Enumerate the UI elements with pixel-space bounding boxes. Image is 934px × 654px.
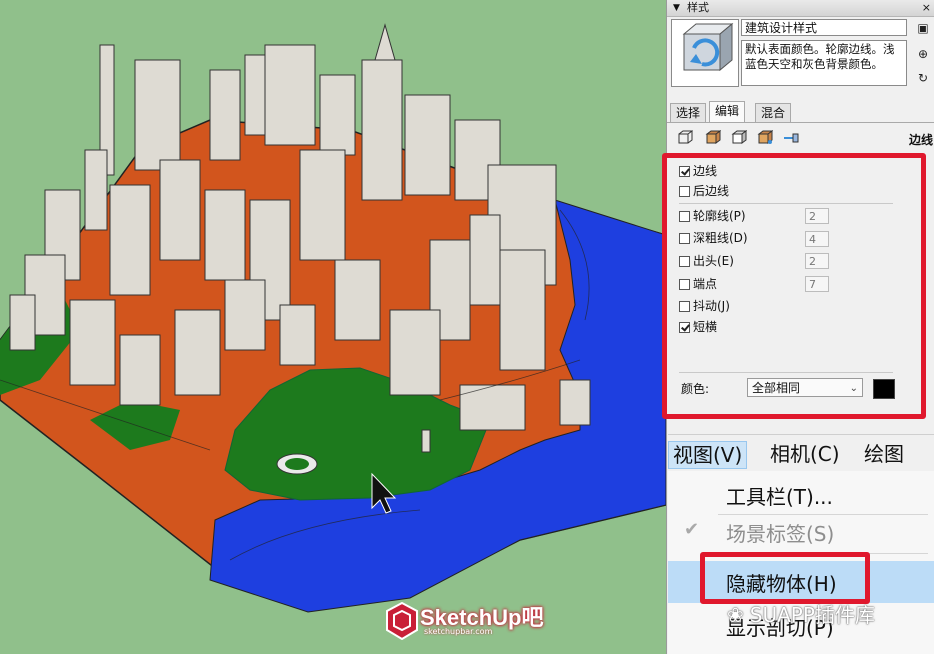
styles-panel-titlebar[interactable]: ▼ 样式 × <box>667 0 934 17</box>
building <box>299 149 346 261</box>
modeling-settings-icon[interactable] <box>783 130 799 146</box>
wechat-watermark-text: SUAPP插件库 <box>749 603 875 627</box>
save-style-icon[interactable]: ▣ <box>915 20 931 36</box>
watermark-settings-icon[interactable] <box>757 130 773 146</box>
sketchupbar-logo: SketchUp吧 sketchupbar.com <box>386 600 550 642</box>
tab-select[interactable]: 选择 <box>670 103 707 122</box>
style-thumbnail[interactable] <box>671 19 739 87</box>
building <box>459 384 526 431</box>
section-label: 边线 <box>908 133 933 147</box>
edge-settings-icon[interactable] <box>677 130 693 146</box>
highlight-box-hidden-geometry <box>700 552 870 604</box>
panel-title: 样式 <box>687 1 709 14</box>
building <box>224 279 266 351</box>
tab-edit[interactable]: 编辑 <box>709 101 746 122</box>
building <box>9 294 36 351</box>
style-tabs: 选择 编辑 混合 <box>667 100 934 123</box>
building <box>174 309 221 396</box>
edit-category-icons: 边线 <box>667 126 934 152</box>
menu-item-toolbars[interactable]: 工具栏(T)... <box>726 481 833 510</box>
building <box>209 69 241 161</box>
logo-url: sketchupbar.com <box>424 627 493 636</box>
building <box>279 304 316 366</box>
building <box>69 299 116 386</box>
menu-bar: 视图(V) 相机(C) 绘图(R) <box>668 434 934 492</box>
menu-view[interactable]: 视图(V) <box>668 441 748 469</box>
building <box>334 259 381 341</box>
close-icon[interactable]: × <box>922 0 931 16</box>
update-style-icon[interactable]: ↻ <box>915 70 931 86</box>
building <box>404 94 451 196</box>
face-settings-icon[interactable] <box>705 130 721 146</box>
building <box>559 379 591 426</box>
building <box>469 214 501 306</box>
tab-mix[interactable]: 混合 <box>755 103 792 122</box>
style-thumbnail-icon <box>682 22 734 72</box>
background-settings-icon[interactable] <box>731 130 747 146</box>
menu-divider <box>718 514 928 515</box>
highlight-box-edge-settings <box>662 153 926 419</box>
building <box>389 309 441 396</box>
check-icon: ✔ <box>684 519 700 540</box>
collapse-icon[interactable]: ▼ <box>673 0 680 16</box>
building <box>119 334 161 406</box>
city-model-scene <box>0 23 666 613</box>
menu-camera[interactable]: 相机(C) <box>766 441 844 467</box>
building <box>204 189 246 281</box>
building <box>361 59 403 201</box>
style-name-field[interactable]: 建筑设计样式 <box>741 19 907 36</box>
style-description-field[interactable]: 默认表面颜色。轮廓边线。浅蓝色天空和灰色背景颜色。 <box>741 40 907 86</box>
building <box>319 74 356 156</box>
wechat-watermark: ❀ SUAPP插件库 <box>727 599 875 628</box>
building <box>134 59 181 171</box>
building <box>109 184 151 296</box>
model-viewport[interactable] <box>0 0 666 654</box>
park-arena-inner <box>285 458 309 470</box>
sketchup-logo-icon <box>386 602 418 640</box>
building <box>84 149 108 231</box>
menu-item-scene-tabs[interactable]: 场景标签(S) <box>726 518 834 547</box>
building-spire <box>374 23 396 61</box>
building <box>499 249 546 371</box>
create-style-icon[interactable]: ⊕ <box>915 46 931 62</box>
building <box>159 159 201 261</box>
park-tower <box>421 429 431 453</box>
wechat-icon: ❀ <box>727 603 744 627</box>
building <box>264 44 316 146</box>
